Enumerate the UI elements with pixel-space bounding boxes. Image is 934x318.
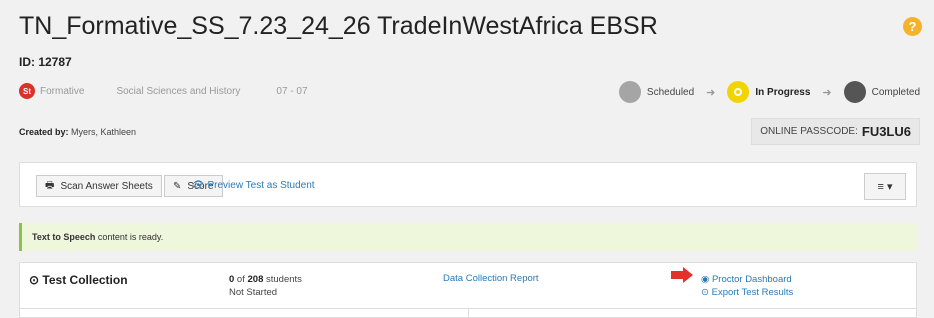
st-badge-icon: St (19, 83, 35, 99)
step-completed-label: Completed (871, 86, 920, 98)
arrow-right-icon: ➜ (706, 86, 716, 99)
created-by: Created by: Myers, Kathleen (19, 127, 136, 137)
arrow-right-icon: ➜ (822, 86, 832, 99)
tts-notice-text: content is ready. (95, 232, 164, 242)
step-in-progress-label: In Progress (755, 86, 811, 98)
step-scheduled-label: Scheduled (646, 86, 695, 98)
student-count: 0 of 208 students Not Started (229, 273, 302, 299)
created-by-name: Myers, Kathleen (71, 127, 137, 137)
eye-icon: 👁 (192, 180, 205, 191)
page-title: TN_Formative_SS_7.23_24_26 TradeInWestAf… (19, 12, 658, 40)
data-collection-report-link[interactable]: Data Collection Report (443, 273, 539, 284)
in-progress-step-icon (727, 81, 750, 103)
preview-label: Preview Test as Student (207, 180, 315, 191)
completed-step-icon (843, 81, 866, 103)
passcode-label: ONLINE PASSCODE: (760, 126, 858, 137)
export-test-results-link[interactable]: ⊙ Export Test Results (701, 286, 793, 299)
collection-title-text: Test Collection (42, 273, 128, 287)
test-subject: Social Sciences and History (116, 85, 241, 97)
proctor-dashboard-label: Proctor Dashboard (711, 274, 792, 285)
test-collection-panel: ⊙ Test Collection 0 of 208 students Not … (19, 262, 917, 318)
students-total: 208 (247, 274, 264, 285)
test-grade: 07 - 07 (276, 85, 308, 97)
hamburger-menu-icon: ≡ ▾ (877, 181, 893, 193)
help-icon[interactable]: ? (903, 17, 922, 36)
online-passcode: ONLINE PASSCODE: FU3LU6 (751, 118, 920, 145)
proctor-dashboard-link[interactable]: ◉ Proctor Dashboard (701, 273, 793, 286)
binoculars-icon: ◉ (701, 274, 710, 285)
created-by-label: Created by: (19, 127, 69, 137)
scanner-icon: 🖶 (45, 179, 55, 191)
test-collection-title[interactable]: ⊙ Test Collection (29, 273, 128, 287)
proctor-links: ◉ Proctor Dashboard ⊙ Export Test Result… (701, 273, 793, 299)
status-stepper: Scheduled ➜ In Progress ➜ Completed (618, 81, 920, 103)
edit-icon: ✎ (173, 180, 182, 192)
collapse-circle-icon: ⊙ (29, 273, 40, 287)
preview-test-link[interactable]: 👁 Preview Test as Student (192, 180, 315, 191)
collection-column-divider (468, 308, 469, 317)
passcode-value: FU3LU6 (861, 124, 911, 139)
test-type: Formative (40, 85, 85, 97)
students-of: of (234, 274, 248, 285)
action-toolbar: 🖶 Scan Answer Sheets ✎ Score 👁 Preview T… (19, 162, 917, 207)
scheduled-step-icon (618, 81, 641, 103)
scan-answer-sheets-button[interactable]: 🖶 Scan Answer Sheets (36, 175, 162, 197)
test-id: ID: 12787 (19, 55, 72, 69)
test-meta: St Formative Social Sciences and History… (19, 83, 308, 99)
red-arrow-icon (671, 267, 693, 283)
export-label: Export Test Results (711, 287, 794, 298)
tts-notice: Text to Speech content is ready. (19, 223, 917, 251)
menu-dropdown-button[interactable]: ≡ ▾ (864, 173, 906, 200)
tts-notice-bold: Text to Speech (32, 232, 96, 242)
students-status: Not Started (229, 287, 278, 298)
export-circle-icon: ⊙ (701, 287, 709, 298)
scan-label: Scan Answer Sheets (60, 180, 153, 192)
students-suffix: students (263, 274, 302, 285)
